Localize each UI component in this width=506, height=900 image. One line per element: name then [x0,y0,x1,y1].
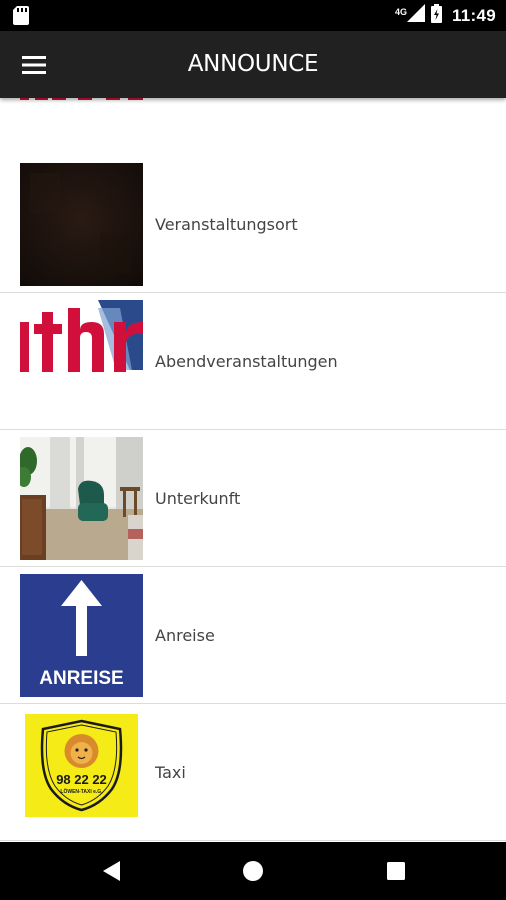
recents-icon [387,862,405,880]
list-item-partial[interactable] [0,98,506,157]
navigation-bar [0,842,506,900]
home-icon [243,861,263,881]
sd-card-icon [13,6,29,25]
status-bar: 4G 11:49 [0,0,506,31]
list-item-anreise[interactable]: ANREISE Anreise [0,567,506,704]
list-item-label: Veranstaltungsort [155,214,298,234]
dark-venue-image [20,163,143,286]
home-button[interactable] [238,856,268,886]
taxi-phone-text: 98 22 22 [56,772,107,787]
taxi-badge-image: 98 22 22 LÖWEN-TAXI e.G. [20,711,143,834]
list-item-abendveranstaltungen[interactable]: Abendveranstaltungen [0,293,506,430]
list-item-unterkunft[interactable]: Unterkunft [0,430,506,567]
ith-logo-partial-image [20,98,143,150]
list-item-label: Taxi [155,762,186,782]
network-type: 4G [394,6,407,17]
arrow-sign-image: ANREISE [20,574,143,697]
taxi-company-text: LÖWEN-TAXI e.G. [60,788,103,795]
list-item-label: Abendveranstaltungen [155,351,338,371]
list-item-label: Anreise [155,625,215,645]
recents-button[interactable] [381,856,411,886]
back-button[interactable] [98,856,128,886]
battery-charging-icon [430,3,442,28]
list-item-veranstaltungsort[interactable]: Veranstaltungsort [0,156,506,293]
anreise-sign-text: ANREISE [39,668,123,689]
ith-logo-image [20,300,143,423]
app-bar: ANNOUNCE [0,31,506,98]
back-icon [103,861,120,881]
page-title: ANNOUNCE [187,51,319,77]
list-item-taxi[interactable]: 98 22 22 LÖWEN-TAXI e.G. Taxi [0,704,506,841]
clock: 11:49 [451,5,496,25]
hotel-room-image [20,437,143,560]
signal-icon [406,4,425,27]
list-item-label: Unterkunft [155,488,241,508]
announce-list[interactable]: Veranstaltungsort Abendveranstaltungen U… [0,98,506,842]
